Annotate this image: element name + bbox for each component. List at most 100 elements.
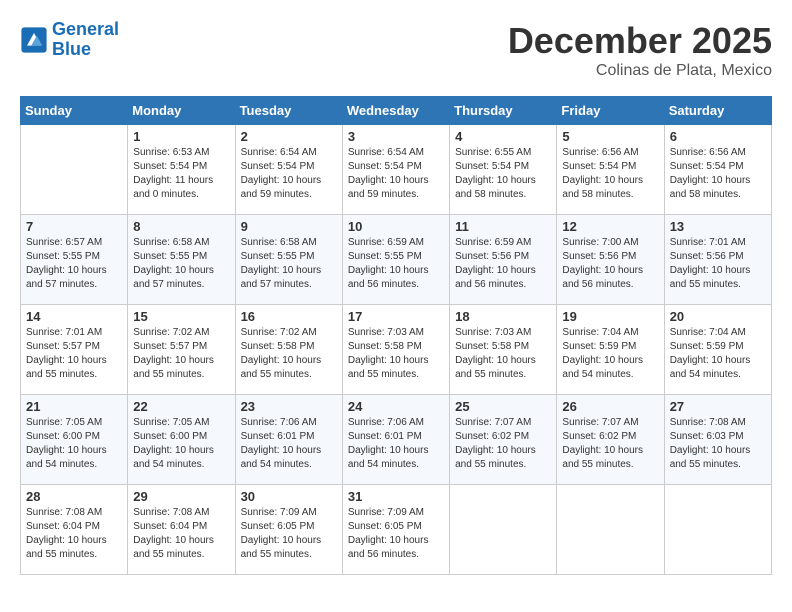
day-info: Sunrise: 7:05 AM Sunset: 6:00 PM Dayligh… (26, 416, 122, 472)
week-row-4: 21 Sunrise: 7:05 AM Sunset: 6:00 PM Dayli… (21, 395, 772, 485)
month-title: December 2025 (508, 20, 772, 62)
day-number: 16 (241, 309, 337, 324)
day-info: Sunrise: 6:54 AM Sunset: 5:54 PM Dayligh… (348, 146, 444, 202)
day-info: Sunrise: 7:05 AM Sunset: 6:00 PM Dayligh… (133, 416, 229, 472)
day-cell: 31Sunrise: 7:09 AM Sunset: 6:05 PM Dayli… (342, 485, 449, 575)
col-header-friday: Friday (557, 97, 664, 125)
day-number: 24 (348, 399, 444, 414)
title-block: December 2025 Colinas de Plata, Mexico (508, 20, 772, 80)
day-info: Sunrise: 7:06 AM Sunset: 6:01 PM Dayligh… (241, 416, 337, 472)
day-cell: 8 Sunrise: 6:58 AM Sunset: 5:55 PM Daylig… (128, 215, 235, 305)
day-number: 21 (26, 399, 122, 414)
day-cell (21, 125, 128, 215)
day-number: 11 (455, 219, 551, 234)
day-cell: 11 Sunrise: 6:59 AM Sunset: 5:56 PM Dayli… (450, 215, 557, 305)
day-cell: 6 Sunrise: 6:56 AM Sunset: 5:54 PM Daylig… (664, 125, 771, 215)
day-cell: 23 Sunrise: 7:06 AM Sunset: 6:01 PM Dayli… (235, 395, 342, 485)
col-header-wednesday: Wednesday (342, 97, 449, 125)
day-cell: 1Sunrise: 6:53 AM Sunset: 5:54 PM Daylig… (128, 125, 235, 215)
day-cell: 13 Sunrise: 7:01 AM Sunset: 5:56 PM Dayli… (664, 215, 771, 305)
day-info: Sunrise: 7:00 AM Sunset: 5:56 PM Dayligh… (562, 236, 658, 292)
day-number: 15 (133, 309, 229, 324)
day-number: 20 (670, 309, 766, 324)
day-number: 2 (241, 129, 337, 144)
day-info: Sunrise: 7:07 AM Sunset: 6:02 PM Dayligh… (455, 416, 551, 472)
day-cell: 15 Sunrise: 7:02 AM Sunset: 5:57 PM Dayli… (128, 305, 235, 395)
week-row-3: 14Sunrise: 7:01 AM Sunset: 5:57 PM Dayli… (21, 305, 772, 395)
day-number: 17 (348, 309, 444, 324)
day-number: 30 (241, 489, 337, 504)
day-info: Sunrise: 6:59 AM Sunset: 5:55 PM Dayligh… (348, 236, 444, 292)
day-cell: 22 Sunrise: 7:05 AM Sunset: 6:00 PM Dayli… (128, 395, 235, 485)
day-cell: 9 Sunrise: 6:58 AM Sunset: 5:55 PM Daylig… (235, 215, 342, 305)
day-cell: 3Sunrise: 6:54 AM Sunset: 5:54 PM Daylig… (342, 125, 449, 215)
day-number: 28 (26, 489, 122, 504)
day-number: 31 (348, 489, 444, 504)
calendar-table: SundayMondayTuesdayWednesdayThursdayFrid… (20, 96, 772, 575)
day-cell: 16 Sunrise: 7:02 AM Sunset: 5:58 PM Dayli… (235, 305, 342, 395)
day-cell: 5 Sunrise: 6:56 AM Sunset: 5:54 PM Daylig… (557, 125, 664, 215)
day-number: 4 (455, 129, 551, 144)
day-number: 10 (348, 219, 444, 234)
day-cell (450, 485, 557, 575)
week-row-5: 28 Sunrise: 7:08 AM Sunset: 6:04 PM Dayli… (21, 485, 772, 575)
location: Colinas de Plata, Mexico (508, 62, 772, 80)
day-info: Sunrise: 7:01 AM Sunset: 5:56 PM Dayligh… (670, 236, 766, 292)
day-cell: 14Sunrise: 7:01 AM Sunset: 5:57 PM Dayli… (21, 305, 128, 395)
day-info: Sunrise: 7:03 AM Sunset: 5:58 PM Dayligh… (348, 326, 444, 382)
day-cell: 26Sunrise: 7:07 AM Sunset: 6:02 PM Dayli… (557, 395, 664, 485)
day-number: 23 (241, 399, 337, 414)
day-info: Sunrise: 7:02 AM Sunset: 5:58 PM Dayligh… (241, 326, 337, 382)
day-number: 25 (455, 399, 551, 414)
day-number: 19 (562, 309, 658, 324)
day-number: 5 (562, 129, 658, 144)
day-info: Sunrise: 7:03 AM Sunset: 5:58 PM Dayligh… (455, 326, 551, 382)
day-info: Sunrise: 6:55 AM Sunset: 5:54 PM Dayligh… (455, 146, 551, 202)
day-number: 13 (670, 219, 766, 234)
day-number: 9 (241, 219, 337, 234)
day-cell: 2 Sunrise: 6:54 AM Sunset: 5:54 PM Daylig… (235, 125, 342, 215)
day-info: Sunrise: 6:59 AM Sunset: 5:56 PM Dayligh… (455, 236, 551, 292)
day-info: Sunrise: 7:09 AM Sunset: 6:05 PM Dayligh… (241, 506, 337, 562)
header-row: SundayMondayTuesdayWednesdayThursdayFrid… (21, 97, 772, 125)
day-cell: 18Sunrise: 7:03 AM Sunset: 5:58 PM Dayli… (450, 305, 557, 395)
day-cell (664, 485, 771, 575)
day-number: 29 (133, 489, 229, 504)
week-row-2: 7 Sunrise: 6:57 AM Sunset: 5:55 PM Daylig… (21, 215, 772, 305)
day-number: 27 (670, 399, 766, 414)
day-info: Sunrise: 6:54 AM Sunset: 5:54 PM Dayligh… (241, 146, 337, 202)
day-number: 12 (562, 219, 658, 234)
day-cell: 12 Sunrise: 7:00 AM Sunset: 5:56 PM Dayli… (557, 215, 664, 305)
day-info: Sunrise: 6:57 AM Sunset: 5:55 PM Dayligh… (26, 236, 122, 292)
col-header-sunday: Sunday (21, 97, 128, 125)
day-cell: 20Sunrise: 7:04 AM Sunset: 5:59 PM Dayli… (664, 305, 771, 395)
day-cell: 7 Sunrise: 6:57 AM Sunset: 5:55 PM Daylig… (21, 215, 128, 305)
day-cell: 17 Sunrise: 7:03 AM Sunset: 5:58 PM Dayli… (342, 305, 449, 395)
day-cell: 27Sunrise: 7:08 AM Sunset: 6:03 PM Dayli… (664, 395, 771, 485)
day-info: Sunrise: 6:58 AM Sunset: 5:55 PM Dayligh… (133, 236, 229, 292)
day-cell: 19 Sunrise: 7:04 AM Sunset: 5:59 PM Dayli… (557, 305, 664, 395)
day-number: 7 (26, 219, 122, 234)
day-number: 6 (670, 129, 766, 144)
day-cell: 30 Sunrise: 7:09 AM Sunset: 6:05 PM Dayli… (235, 485, 342, 575)
week-row-1: 1Sunrise: 6:53 AM Sunset: 5:54 PM Daylig… (21, 125, 772, 215)
day-info: Sunrise: 7:08 AM Sunset: 6:04 PM Dayligh… (133, 506, 229, 562)
day-info: Sunrise: 6:58 AM Sunset: 5:55 PM Dayligh… (241, 236, 337, 292)
day-number: 22 (133, 399, 229, 414)
day-cell: 10 Sunrise: 6:59 AM Sunset: 5:55 PM Dayli… (342, 215, 449, 305)
logo: General Blue (20, 20, 119, 60)
col-header-tuesday: Tuesday (235, 97, 342, 125)
day-number: 8 (133, 219, 229, 234)
day-cell: 24Sunrise: 7:06 AM Sunset: 6:01 PM Dayli… (342, 395, 449, 485)
day-info: Sunrise: 6:56 AM Sunset: 5:54 PM Dayligh… (670, 146, 766, 202)
day-number: 14 (26, 309, 122, 324)
day-cell (557, 485, 664, 575)
day-info: Sunrise: 6:56 AM Sunset: 5:54 PM Dayligh… (562, 146, 658, 202)
day-number: 26 (562, 399, 658, 414)
day-info: Sunrise: 7:08 AM Sunset: 6:04 PM Dayligh… (26, 506, 122, 562)
day-cell: 4 Sunrise: 6:55 AM Sunset: 5:54 PM Daylig… (450, 125, 557, 215)
page-header: General Blue December 2025 Colinas de Pl… (20, 20, 772, 80)
day-info: Sunrise: 7:02 AM Sunset: 5:57 PM Dayligh… (133, 326, 229, 382)
day-info: Sunrise: 7:04 AM Sunset: 5:59 PM Dayligh… (562, 326, 658, 382)
day-cell: 21 Sunrise: 7:05 AM Sunset: 6:00 PM Dayli… (21, 395, 128, 485)
